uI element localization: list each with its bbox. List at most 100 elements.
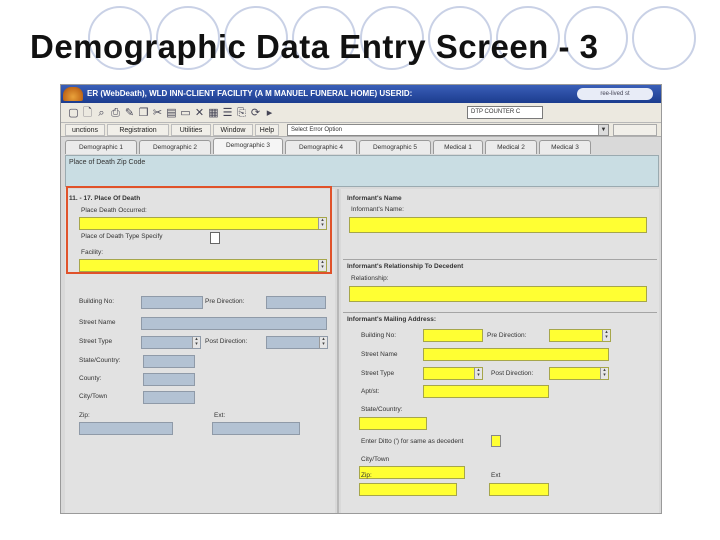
window-title: ER (WebDeath), WLD INN-CLIENT FACILITY (…: [87, 89, 413, 98]
error-option-value: Select Error Option: [291, 127, 343, 133]
grid-icon[interactable]: ▦: [207, 106, 220, 120]
street-name-label: Street Name: [79, 319, 116, 326]
state-country-label: State/Country:: [79, 357, 121, 364]
informant-street-name-field[interactable]: [423, 348, 609, 361]
search-icon[interactable]: ⌕: [95, 106, 108, 120]
refresh-icon[interactable]: ⟳: [249, 106, 262, 120]
informant-ext-label: Ext: [491, 472, 501, 479]
post-direction-select[interactable]: ▴ ▾: [266, 336, 328, 349]
ext-label: Ext:: [214, 412, 226, 419]
zip-field[interactable]: [79, 422, 173, 435]
menu-bar: unctions Registration Utilities Window H…: [61, 123, 661, 137]
tab-demographic-3[interactable]: Demographic 3: [213, 138, 283, 154]
menu-window[interactable]: Window: [213, 124, 253, 136]
cut-icon[interactable]: ✂: [151, 106, 164, 120]
dtp-counter-field[interactable]: DTP COUNTER C: [467, 106, 543, 119]
status-pill: ree-lived st: [577, 88, 653, 100]
street-type-label: Street Type: [79, 338, 113, 345]
informant-state-label: State/Country:: [361, 406, 403, 413]
informant-post-direction-label: Post Direction:: [491, 370, 534, 377]
street-name-field[interactable]: [141, 317, 327, 330]
city-town-label: City/Town: [79, 393, 108, 400]
informant-name-label: Informant's Name:: [351, 206, 404, 213]
new-document-icon[interactable]: ▢: [67, 106, 80, 120]
informant-street-name-label: Street Name: [361, 351, 398, 358]
informant-zip-label: Zip:: [361, 472, 372, 479]
chevron-down-icon[interactable]: ▴ ▾: [192, 337, 200, 348]
toolbar: ▢ 🗋 ⌕ ⎙ ✎ ❐ ✂ ▤ ▭ ✕ ▦ ☰ ⎘ ⟳ ▸ DTP COUNTE…: [61, 103, 661, 123]
panel-divider: [337, 189, 339, 513]
copy-icon[interactable]: ❐: [137, 106, 150, 120]
chevron-down-icon[interactable]: ▼: [598, 125, 608, 135]
menu-registration[interactable]: Registration: [107, 124, 169, 136]
folder-icon[interactable]: ▭: [179, 106, 192, 120]
menu-functions[interactable]: unctions: [65, 124, 105, 136]
state-country-field[interactable]: [143, 355, 195, 368]
tab-demographic-2[interactable]: Demographic 2: [139, 140, 211, 154]
ext-field[interactable]: [212, 422, 300, 435]
ditto-checkbox[interactable]: [491, 435, 501, 447]
slide: Demographic Data Entry Screen - 3 ER (We…: [0, 0, 720, 540]
mailing-address-heading: Informant's Mailing Address:: [347, 316, 437, 323]
zip-code-label: Place of Death Zip Code: [69, 159, 146, 166]
toolbar-button[interactable]: [613, 124, 657, 136]
tab-demographic-1[interactable]: Demographic 1: [65, 140, 137, 154]
informant-city-field[interactable]: [359, 466, 465, 479]
informant-apt-label: Apt/st:: [361, 388, 380, 395]
attach-icon[interactable]: ⎘: [235, 106, 248, 120]
slide-title: Demographic Data Entry Screen - 3: [30, 28, 599, 65]
tab-medical-2[interactable]: Medical 2: [485, 140, 537, 154]
relationship-heading: Informant's Relationship To Decedent: [347, 263, 464, 270]
next-icon[interactable]: ▸: [263, 106, 276, 120]
list-icon[interactable]: ☰: [221, 106, 234, 120]
informant-street-type-label: Street Type: [361, 370, 395, 377]
informant-state-field[interactable]: [359, 417, 427, 430]
informant-name-field[interactable]: [349, 217, 647, 233]
zip-code-panel: Place of Death Zip Code: [65, 155, 659, 187]
street-type-select[interactable]: ▴ ▾: [141, 336, 201, 349]
informant-apt-field[interactable]: [423, 385, 549, 398]
informant-pre-direction-select[interactable]: ▴ ▾: [549, 329, 611, 342]
tab-medical-1[interactable]: Medical 1: [433, 140, 483, 154]
menu-help[interactable]: Help: [255, 124, 279, 136]
document-icon[interactable]: 🗋: [81, 106, 94, 120]
chevron-down-icon[interactable]: ▴ ▾: [474, 368, 482, 379]
informant-building-label: Building No:: [361, 332, 397, 339]
pre-direction-field[interactable]: [266, 296, 326, 309]
pre-direction-label: Pre Direction:: [205, 298, 245, 305]
post-direction-label: Post Direction:: [205, 338, 248, 345]
menu-utilities[interactable]: Utilities: [171, 124, 211, 136]
informant-zip-field[interactable]: [359, 483, 457, 496]
chevron-down-icon[interactable]: ▴ ▾: [600, 368, 608, 379]
tab-demographic-5[interactable]: Demographic 5: [359, 140, 431, 154]
error-option-select[interactable]: Select Error Option ▼: [287, 124, 609, 136]
delete-icon[interactable]: ✕: [193, 106, 206, 120]
informant-name-heading: Informant's Name: [347, 195, 402, 202]
app-logo-icon: [63, 87, 83, 101]
ditto-label: Enter Ditto (') for same as decedent: [361, 438, 464, 445]
tab-medical-3[interactable]: Medical 3: [539, 140, 591, 154]
edit-icon[interactable]: ✎: [123, 106, 136, 120]
county-field[interactable]: [143, 373, 195, 386]
paste-icon[interactable]: ▤: [165, 106, 178, 120]
building-no-label: Building No:: [79, 298, 115, 305]
tab-demographic-4[interactable]: Demographic 4: [285, 140, 357, 154]
informant-post-direction-select[interactable]: ▴ ▾: [549, 367, 609, 380]
chevron-down-icon[interactable]: ▴ ▾: [319, 337, 327, 348]
window-titlebar: ER (WebDeath), WLD INN-CLIENT FACILITY (…: [61, 85, 661, 103]
county-label: County:: [79, 375, 102, 382]
informant-pre-direction-label: Pre Direction:: [487, 332, 527, 339]
section-divider: [343, 259, 657, 260]
print-icon[interactable]: ⎙: [109, 106, 122, 120]
informant-street-type-select[interactable]: ▴ ▾: [423, 367, 483, 380]
zip-label: Zip:: [79, 412, 90, 419]
relationship-field[interactable]: [349, 286, 647, 302]
informant-ext-field[interactable]: [489, 483, 549, 496]
chevron-down-icon[interactable]: ▴ ▾: [602, 330, 610, 341]
tab-bar: Demographic 1 Demographic 2 Demographic …: [61, 137, 661, 154]
app-window: ER (WebDeath), WLD INN-CLIENT FACILITY (…: [60, 84, 662, 514]
highlight-box: [66, 186, 332, 274]
building-no-field[interactable]: [141, 296, 203, 309]
informant-building-field[interactable]: [423, 329, 483, 342]
city-town-field[interactable]: [143, 391, 195, 404]
